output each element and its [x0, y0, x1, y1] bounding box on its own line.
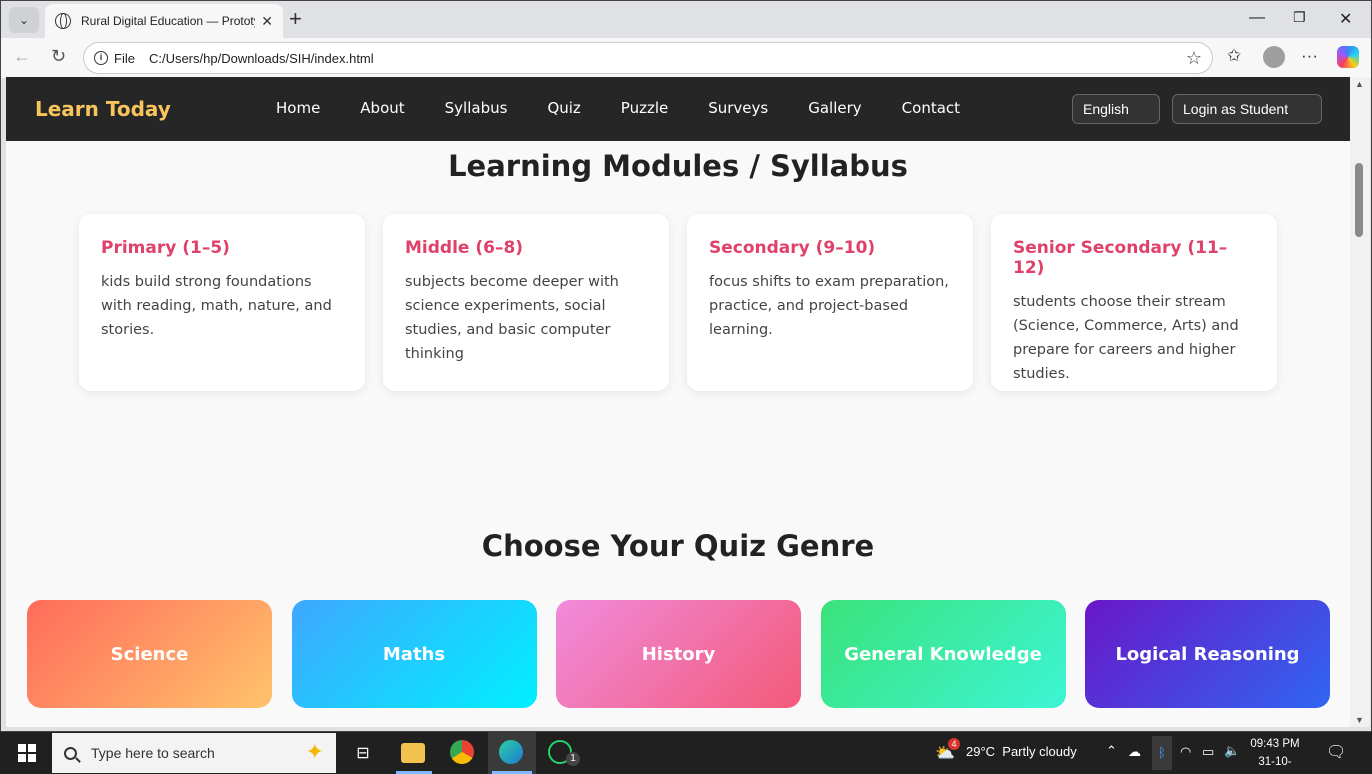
genre-general-knowledge-button[interactable]: General Knowledge	[820, 600, 1066, 708]
syllabus-cards: Primary (1–5) kids build strong foundati…	[79, 214, 1295, 391]
card-text: students choose their stream (Science, C…	[1013, 294, 1239, 382]
genre-maths-button[interactable]: Maths	[291, 600, 537, 708]
back-arrow-icon[interactable]: ←	[13, 46, 31, 67]
globe-icon	[55, 13, 71, 29]
site-brand[interactable]: Learn Today	[35, 97, 171, 121]
clock-time: 09:43 PM	[1250, 738, 1300, 750]
url-text[interactable]: C:/Users/hp/Downloads/SIH/index.html	[149, 51, 374, 66]
bluetooth-icon[interactable]: ᛒ	[1152, 736, 1172, 770]
info-icon[interactable]: i	[94, 51, 108, 65]
tab-bar: ⌄ Rural Digital Education — Prototy ✕ + …	[1, 1, 1371, 38]
quiz-genre-heading: Choose Your Quiz Genre	[481, 529, 875, 563]
language-select[interactable]: English	[1072, 94, 1160, 124]
file-explorer-icon[interactable]	[401, 743, 425, 763]
syllabus-heading: Learning Modules / Syllabus	[448, 149, 908, 183]
page-viewport: Learn Today Home About Syllabus Quiz Puz…	[6, 77, 1350, 727]
minimize-button[interactable]: —	[1249, 9, 1265, 27]
tab-list-button[interactable]: ⌄	[9, 7, 39, 33]
windows-start-icon[interactable]	[18, 744, 36, 762]
nav-about[interactable]: About	[360, 99, 404, 117]
site-navbar: Learn Today Home About Syllabus Quiz Puz…	[6, 77, 1350, 141]
tray-expand-icon[interactable]: ⌃	[1106, 743, 1117, 759]
address-bar[interactable]: i File C:/Users/hp/Downloads/SIH/index.h…	[83, 42, 1213, 74]
taskbar-clock[interactable]: 09:43 PM 31-10-2025	[1250, 735, 1300, 774]
scroll-down-arrow-icon[interactable]: ▼	[1355, 715, 1364, 725]
card-text: focus shifts to exam preparation, practi…	[709, 274, 949, 338]
close-window-button[interactable]: ✕	[1339, 9, 1352, 29]
syllabus-card-primary[interactable]: Primary (1–5) kids build strong foundati…	[79, 214, 365, 391]
bookmark-star-icon[interactable]: ☆	[1186, 48, 1202, 69]
card-title: Middle (6–8)	[405, 238, 524, 258]
genre-logical-reasoning-button[interactable]: Logical Reasoning	[1085, 600, 1330, 708]
quiz-genres: Science Maths History General Knowledge …	[27, 600, 1350, 708]
card-title: Senior Secondary (11–12)	[1013, 238, 1228, 278]
favorites-icon[interactable]: ✩	[1227, 46, 1241, 66]
nav-puzzle[interactable]: Puzzle	[621, 99, 668, 117]
reload-icon[interactable]: ↻	[51, 46, 66, 67]
card-text: subjects become deeper with science expe…	[405, 274, 619, 362]
card-text: kids build strong foundations with readi…	[101, 274, 332, 338]
address-toolbar: ← ↻ i File C:/Users/hp/Downloads/SIH/ind…	[1, 38, 1371, 78]
notifications-icon[interactable]: 🗨	[1326, 742, 1346, 762]
close-tab-icon[interactable]: ✕	[261, 13, 273, 30]
sparkle-icon: ✦	[305, 739, 324, 764]
genre-science-button[interactable]: Science	[27, 600, 272, 708]
syllabus-card-senior-secondary[interactable]: Senior Secondary (11–12) students choose…	[991, 214, 1277, 391]
weather-badge: 4	[948, 738, 960, 750]
edge-icon[interactable]	[499, 740, 523, 764]
scroll-thumb[interactable]	[1355, 163, 1363, 237]
syllabus-card-secondary[interactable]: Secondary (9–10) focus shifts to exam pr…	[687, 214, 973, 391]
url-scheme-label: File	[114, 50, 135, 66]
nav-surveys[interactable]: Surveys	[708, 99, 768, 117]
restore-button[interactable]: ❐	[1293, 9, 1306, 26]
battery-icon[interactable]: ▭	[1202, 744, 1214, 760]
nav-quiz[interactable]: Quiz	[547, 99, 580, 117]
nav-home[interactable]: Home	[276, 99, 320, 117]
card-title: Primary (1–5)	[101, 238, 230, 258]
whatsapp-badge: 1	[566, 752, 580, 766]
vertical-scrollbar[interactable]: ▲ ▼	[1350, 77, 1370, 727]
search-icon	[64, 746, 77, 760]
nav-gallery[interactable]: Gallery	[808, 99, 861, 117]
syllabus-card-middle[interactable]: Middle (6–8) subjects become deeper with…	[383, 214, 669, 391]
site-nav-links: Home About Syllabus Quiz Puzzle Surveys …	[276, 99, 1000, 117]
nav-syllabus[interactable]: Syllabus	[445, 99, 508, 117]
new-tab-button[interactable]: +	[289, 7, 302, 31]
login-student-button[interactable]: Login as Student	[1172, 94, 1322, 124]
taskbar-search-placeholder: Type here to search	[91, 745, 215, 761]
task-view-icon[interactable]: ⊟	[350, 740, 376, 766]
clock-date: 31-10-2025	[1258, 756, 1292, 768]
weather-text[interactable]: 29°C Partly cloudy	[966, 744, 1077, 759]
genre-history-button[interactable]: History	[556, 600, 801, 708]
copilot-icon[interactable]	[1337, 46, 1359, 68]
nav-contact[interactable]: Contact	[902, 99, 960, 117]
volume-icon[interactable]: 🔈	[1224, 743, 1240, 759]
wifi-icon[interactable]: ◠	[1180, 744, 1191, 760]
browser-tab[interactable]: Rural Digital Education — Prototy ✕	[45, 4, 283, 38]
more-menu-icon[interactable]: ···	[1301, 46, 1318, 66]
onedrive-icon[interactable]: ☁	[1128, 744, 1141, 760]
profile-avatar[interactable]	[1263, 46, 1285, 68]
chrome-icon[interactable]	[450, 740, 474, 764]
taskbar-search[interactable]: Type here to search ✦	[52, 733, 336, 773]
windows-taskbar: Type here to search ✦ ⊟ 1 ⛅ 4 29°C Partl…	[0, 732, 1372, 774]
scroll-up-arrow-icon[interactable]: ▲	[1355, 79, 1364, 89]
tab-title: Rural Digital Education — Prototy	[81, 14, 256, 28]
card-title: Secondary (9–10)	[709, 238, 876, 258]
